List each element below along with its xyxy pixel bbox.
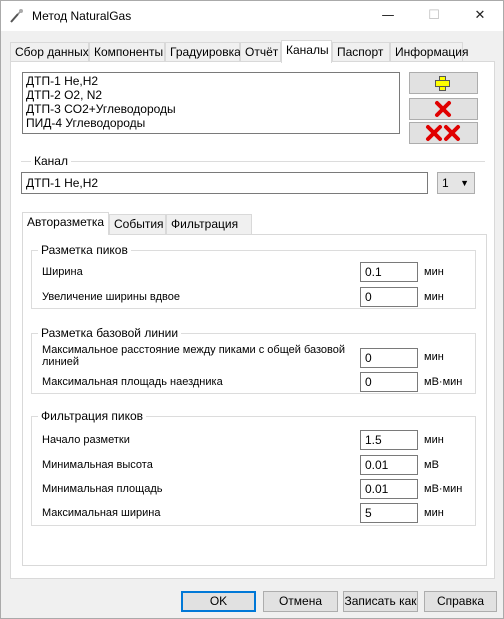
min-height-label: Минимальная высота <box>42 459 153 471</box>
list-item[interactable]: ДТП-1 He,H2 <box>26 74 396 88</box>
max-width-unit: мин <box>424 507 444 519</box>
double-width-field[interactable]: 0 <box>360 287 418 307</box>
save-as-button[interactable]: Записать как <box>343 591 418 612</box>
close-button[interactable]: ✕ <box>457 1 503 31</box>
start-unit: мин <box>424 434 444 446</box>
window-title: Метод NaturalGas <box>32 9 132 23</box>
title-bar: Метод NaturalGas — ☐ ✕ <box>1 1 503 31</box>
min-area-unit: мВ·мин <box>424 483 463 495</box>
double-cross-icon <box>426 125 460 141</box>
channels-panel: ДТП-1 He,H2 ДТП-2 O2, N2 ДТП-3 CO2+Углев… <box>10 61 495 579</box>
channel-number-value: 1 <box>442 176 449 190</box>
peak-markup-legend: Разметка пиков <box>38 243 131 257</box>
tab-calibration[interactable]: Градуировка <box>165 42 241 62</box>
add-channel-button[interactable] <box>409 72 478 94</box>
tab-report[interactable]: Отчёт <box>240 42 281 62</box>
rider-area-field[interactable]: 0 <box>360 372 418 392</box>
baseline-legend: Разметка базовой линии <box>38 326 182 340</box>
max-distance-label-line2: линией <box>42 356 80 368</box>
delete-channel-button[interactable] <box>409 98 478 120</box>
max-width-label: Максимальная ширина <box>42 507 161 519</box>
width-label: Ширина <box>42 266 83 278</box>
rider-area-label: Максимальная площадь наездника <box>42 376 223 388</box>
double-width-unit: мин <box>424 291 444 303</box>
tab-filtering[interactable]: Фильтрация <box>166 214 252 234</box>
cancel-button[interactable]: Отмена <box>263 591 338 612</box>
min-height-field[interactable]: 0.01 <box>360 455 418 475</box>
max-distance-field[interactable]: 0 <box>360 348 418 368</box>
list-item[interactable]: ДТП-2 O2, N2 <box>26 88 396 102</box>
ok-button[interactable]: OK <box>181 591 256 612</box>
channel-number-select[interactable]: 1 ▼ <box>437 172 475 194</box>
max-distance-unit: мин <box>424 351 444 363</box>
baseline-group: Разметка базовой линии Максимальное расс… <box>31 326 476 394</box>
rider-area-unit: мВ·мин <box>424 376 463 388</box>
start-label: Начало разметки <box>42 434 130 446</box>
tab-autolabeling[interactable]: Авторазметка <box>22 212 109 235</box>
peak-filter-legend: Фильтрация пиков <box>38 409 147 423</box>
channel-name-field[interactable]: ДТП-1 He,H2 <box>21 172 428 194</box>
tab-passport[interactable]: Паспорт <box>332 42 390 62</box>
channels-list[interactable]: ДТП-1 He,H2 ДТП-2 O2, N2 ДТП-3 CO2+Углев… <box>22 72 400 134</box>
min-height-unit: мВ <box>424 459 439 471</box>
plus-icon <box>435 76 450 91</box>
tab-channels[interactable]: Каналы <box>281 40 332 63</box>
chevron-down-icon: ▼ <box>460 178 469 188</box>
min-area-label: Минимальная площадь <box>42 483 163 495</box>
help-button[interactable]: Справка <box>424 591 497 612</box>
tab-events[interactable]: События <box>109 214 166 234</box>
autolabeling-panel: Разметка пиков Ширина 0.1 мин Увеличение… <box>22 234 487 566</box>
method-window: Метод NaturalGas — ☐ ✕ Сбор данных Компо… <box>0 0 504 619</box>
tab-data-collection[interactable]: Сбор данных <box>10 42 89 62</box>
min-area-field[interactable]: 0.01 <box>360 479 418 499</box>
cross-icon <box>435 101 451 117</box>
tab-information[interactable]: Информация <box>390 42 468 62</box>
start-field[interactable]: 1.5 <box>360 430 418 450</box>
width-field[interactable]: 0.1 <box>360 262 418 282</box>
max-width-field[interactable]: 5 <box>360 503 418 523</box>
list-item[interactable]: ПИД-4 Углеводороды <box>26 116 396 130</box>
maximize-button[interactable]: ☐ <box>411 1 457 31</box>
tab-components[interactable]: Компоненты <box>89 42 165 62</box>
max-distance-label-line1: Максимальное расстояние между пиками с о… <box>42 344 346 356</box>
double-width-label: Увеличение ширины вдвое <box>42 291 181 303</box>
channel-legend: Канал <box>31 154 71 168</box>
peak-filter-group: Фильтрация пиков Начало разметки 1.5 мин… <box>31 409 476 526</box>
width-unit: мин <box>424 266 444 278</box>
list-item[interactable]: ДТП-3 CO2+Углеводороды <box>26 102 396 116</box>
peak-markup-group: Разметка пиков Ширина 0.1 мин Увеличение… <box>31 243 476 309</box>
app-icon <box>9 8 25 24</box>
minimize-button[interactable]: — <box>365 1 411 31</box>
delete-all-channels-button[interactable] <box>409 122 478 144</box>
